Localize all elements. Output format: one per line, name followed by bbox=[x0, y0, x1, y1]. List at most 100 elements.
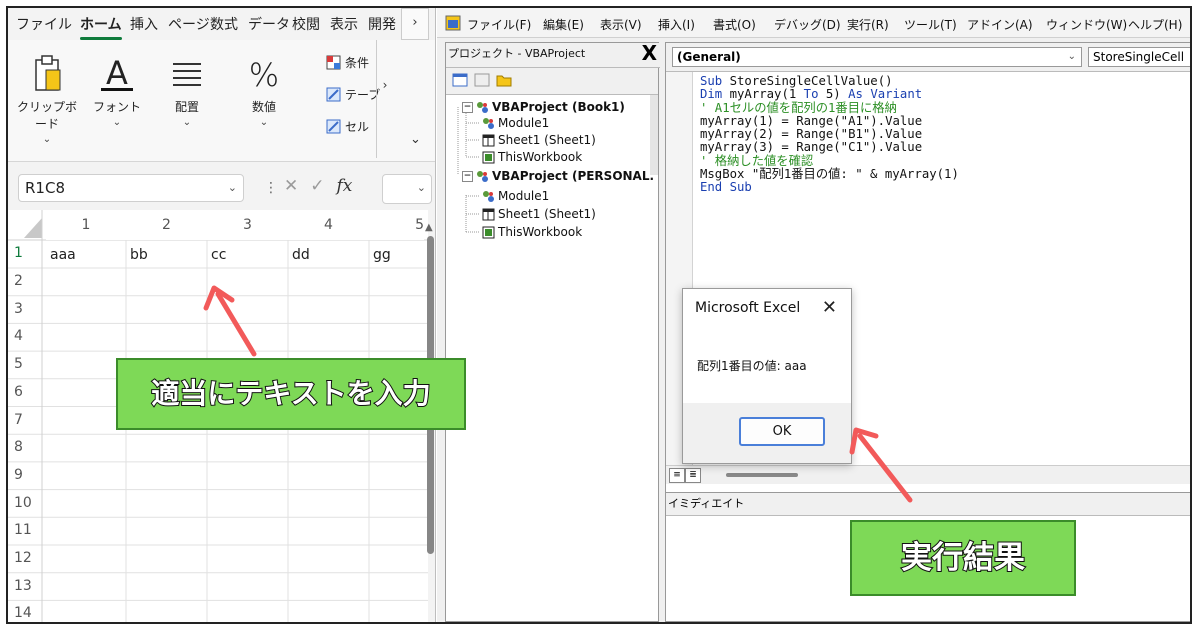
number-group[interactable]: % 数値 ⌄ bbox=[222, 52, 306, 128]
chevron-down-icon[interactable]: ⌄ bbox=[417, 181, 426, 194]
tree-item-book1[interactable]: − VBAProject (Book1) bbox=[462, 100, 625, 114]
chevron-down-icon[interactable]: ⌄ bbox=[228, 175, 237, 201]
tab-review[interactable]: 校閲 bbox=[292, 14, 320, 34]
cell-styles-button[interactable]: セル bbox=[326, 118, 369, 135]
full-module-view-icon[interactable]: ≣ bbox=[685, 468, 701, 483]
cancel-icon[interactable]: ✕ bbox=[284, 176, 298, 196]
menu-addins[interactable]: アドイン(A) bbox=[967, 16, 1033, 33]
menu-file[interactable]: ファイル(F) bbox=[467, 16, 531, 33]
tree-item-thisworkbook[interactable]: ThisWorkbook bbox=[482, 150, 582, 164]
procedure-view-icon[interactable]: ≡ bbox=[669, 468, 685, 483]
tab-insert[interactable]: 挿入 bbox=[130, 14, 158, 34]
scroll-up-icon[interactable]: ▲ bbox=[425, 222, 433, 233]
vbe-menu-bar: ファイル(F) 編集(E) 表示(V) 挿入(I) 書式(O) デバッグ(D) … bbox=[437, 8, 1190, 38]
formula-buttons: ✕ ✓ fx bbox=[284, 176, 352, 196]
cell-b1[interactable]: bb bbox=[126, 240, 207, 268]
code-editor[interactable]: Sub StoreSingleCellValue() Dim myArray(1… bbox=[700, 74, 959, 195]
tab-page[interactable]: ページ bbox=[168, 14, 210, 34]
menu-format[interactable]: 書式(O) bbox=[713, 16, 756, 33]
horizontal-scrollbar[interactable] bbox=[726, 473, 798, 477]
sheet-icon bbox=[482, 208, 495, 220]
row-header[interactable]: 12 bbox=[8, 545, 42, 573]
tab-data[interactable]: データ bbox=[248, 14, 290, 34]
column-header[interactable]: 3 bbox=[207, 210, 288, 240]
row-header[interactable]: 1 bbox=[8, 240, 42, 268]
tab-scroll-right-button[interactable]: › bbox=[401, 8, 429, 40]
format-table-button[interactable]: テーブ bbox=[326, 86, 380, 103]
tree-item-personal[interactable]: − VBAProject (PERSONAL. bbox=[462, 169, 654, 183]
column-header[interactable]: 2 bbox=[126, 210, 207, 240]
menu-debug[interactable]: デバッグ(D) bbox=[774, 16, 841, 33]
folder-icon[interactable] bbox=[496, 73, 512, 87]
menu-tools[interactable]: ツール(T) bbox=[904, 16, 957, 33]
cell-d1[interactable]: dd bbox=[288, 240, 369, 268]
cell-a1[interactable]: aaa bbox=[46, 240, 126, 268]
column-header[interactable]: 4 bbox=[288, 210, 369, 240]
row-header[interactable]: 9 bbox=[8, 462, 42, 490]
collapse-icon[interactable]: − bbox=[462, 170, 473, 182]
conditional-format-button[interactable]: 条件 bbox=[326, 54, 369, 71]
procedure-combo[interactable]: StoreSingleCell bbox=[1088, 47, 1190, 67]
tab-developer[interactable]: 開発 bbox=[368, 14, 396, 34]
column-header[interactable]: 5 bbox=[369, 210, 424, 240]
cell-c1[interactable]: cc bbox=[207, 240, 288, 268]
font-icon: A bbox=[82, 52, 152, 96]
check-icon[interactable]: ✓ bbox=[310, 176, 324, 196]
row-header[interactable]: 11 bbox=[8, 517, 42, 545]
row-header[interactable]: 10 bbox=[8, 490, 42, 518]
row-header[interactable]: 13 bbox=[8, 573, 42, 601]
tree-label: VBAProject (Book1) bbox=[492, 100, 625, 114]
code-window-header: (General) ⌄ StoreSingleCell bbox=[666, 43, 1190, 72]
row-header[interactable]: 6 bbox=[8, 379, 42, 407]
view-code-icon[interactable] bbox=[452, 73, 468, 87]
project-scrollbar[interactable] bbox=[650, 95, 658, 175]
cell-e1[interactable]: gg bbox=[369, 240, 424, 268]
tab-file[interactable]: ファイル bbox=[16, 14, 72, 34]
chevron-down-icon[interactable]: ⌄ bbox=[1068, 48, 1076, 66]
menu-run[interactable]: 実行(R) bbox=[847, 16, 889, 33]
close-icon[interactable]: X bbox=[642, 42, 657, 64]
tree-item-personal-module1[interactable]: Module1 bbox=[482, 189, 549, 203]
clipboard-group[interactable]: クリップボード ⌄ bbox=[12, 52, 82, 145]
ribbon-collapse-button[interactable]: ⌄ bbox=[410, 132, 421, 147]
tree-item-personal-sheet1[interactable]: Sheet1 (Sheet1) bbox=[482, 207, 596, 221]
collapse-icon[interactable]: − bbox=[462, 101, 473, 113]
row-header[interactable]: 7 bbox=[8, 407, 42, 435]
tree-item-module1[interactable]: Module1 bbox=[482, 116, 549, 130]
menu-window[interactable]: ウィンドウ(W) bbox=[1046, 16, 1127, 33]
ribbon-next-icon[interactable]: › bbox=[377, 78, 393, 92]
row-header[interactable]: 8 bbox=[8, 434, 42, 462]
menu-edit[interactable]: 編集(E) bbox=[543, 16, 584, 33]
dialog-footer: OK bbox=[683, 403, 851, 463]
code-keyword: As Variant bbox=[848, 87, 923, 102]
ribbon-tab-bar: ファイル ホーム 挿入 ページ 数式 データ 校閲 表示 開発 › bbox=[8, 8, 435, 40]
row-header[interactable]: 2 bbox=[8, 268, 42, 296]
menu-help[interactable]: ヘルプ(H) bbox=[1128, 16, 1182, 33]
function-icon[interactable]: fx bbox=[337, 176, 353, 196]
tab-formulas[interactable]: 数式 bbox=[210, 14, 238, 34]
tab-view[interactable]: 表示 bbox=[330, 14, 358, 34]
formula-input[interactable]: ⌄ bbox=[382, 174, 432, 204]
row-header[interactable]: 14 bbox=[8, 600, 42, 622]
ok-button[interactable]: OK bbox=[739, 417, 825, 446]
tree-item-personal-thisworkbook[interactable]: ThisWorkbook bbox=[482, 225, 582, 239]
alignment-group[interactable]: 配置 ⌄ bbox=[152, 52, 222, 128]
vbe-app-icon bbox=[445, 15, 461, 31]
row-header[interactable]: 4 bbox=[8, 323, 42, 351]
chevron-down-icon: ⌄ bbox=[182, 117, 192, 128]
name-box[interactable]: R1C8 ⌄ bbox=[18, 174, 244, 202]
object-combo[interactable]: (General) ⌄ bbox=[672, 47, 1082, 67]
vba-project-icon bbox=[477, 101, 488, 113]
close-icon[interactable]: ✕ bbox=[822, 297, 837, 318]
menu-insert[interactable]: 挿入(I) bbox=[658, 16, 695, 33]
font-group[interactable]: A フォント ⌄ bbox=[82, 52, 152, 128]
tree-item-sheet1[interactable]: Sheet1 (Sheet1) bbox=[482, 133, 596, 147]
row-header[interactable]: 5 bbox=[8, 351, 42, 379]
code-keyword: Dim bbox=[700, 87, 730, 102]
row-header[interactable]: 3 bbox=[8, 296, 42, 324]
menu-view[interactable]: 表示(V) bbox=[600, 16, 642, 33]
format-table-icon bbox=[326, 87, 341, 102]
column-header[interactable]: 1 bbox=[46, 210, 126, 240]
view-object-icon[interactable] bbox=[474, 73, 490, 87]
tab-home[interactable]: ホーム bbox=[80, 14, 122, 40]
